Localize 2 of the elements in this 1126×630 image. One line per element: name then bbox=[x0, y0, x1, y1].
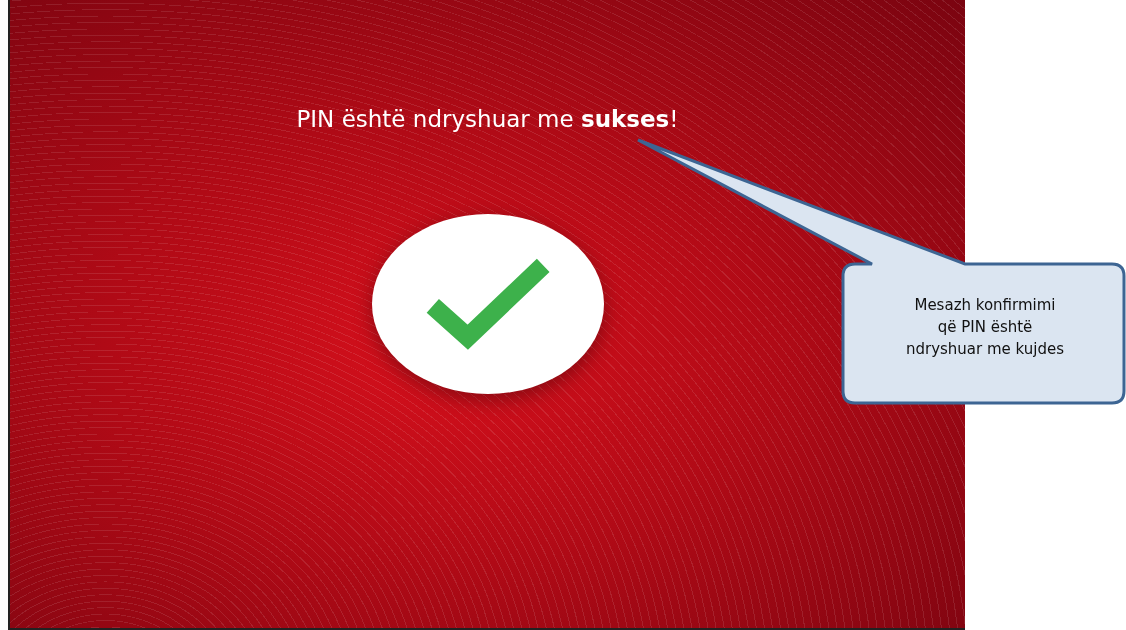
success-message: PIN është ndryshuar me sukses! bbox=[296, 106, 679, 132]
callout-text: Mesazh konfirmimi që PIN është ndryshuar me kujdes bbox=[905, 295, 1065, 360]
